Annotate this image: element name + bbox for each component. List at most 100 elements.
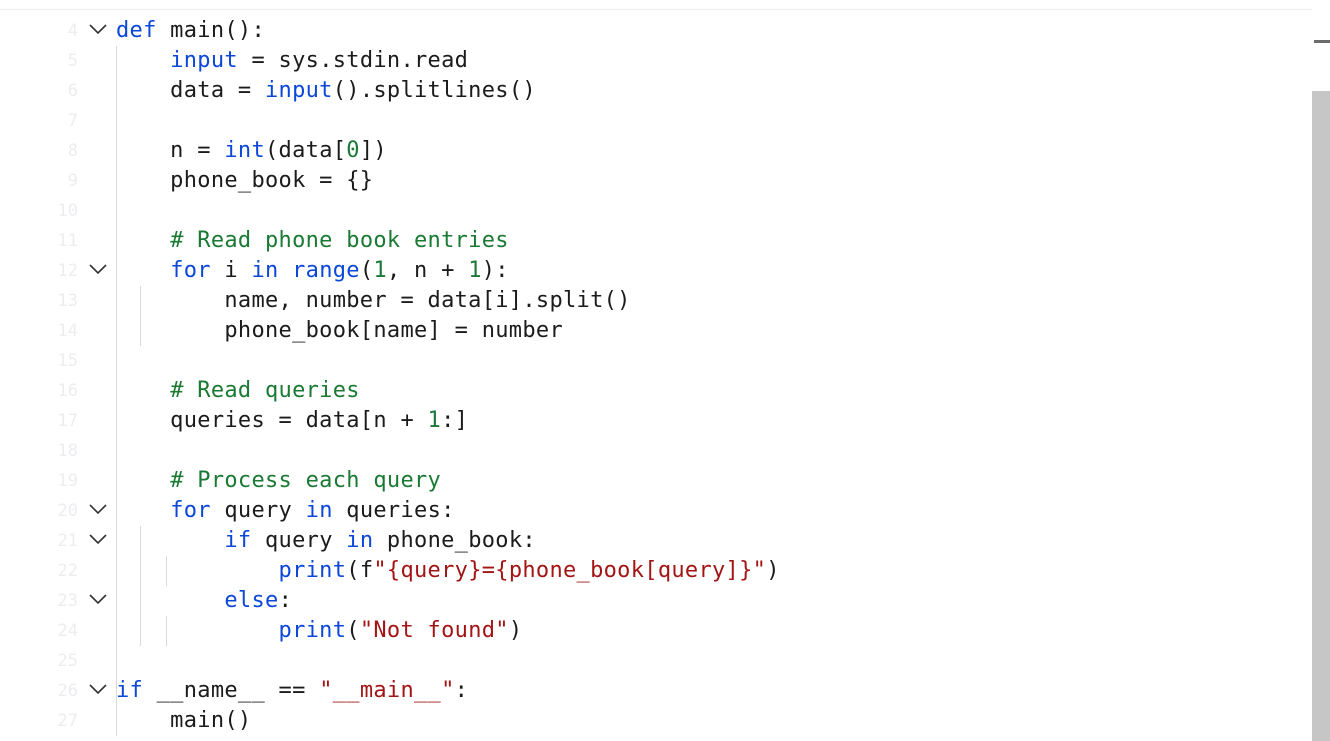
- chevron-down-icon[interactable]: [88, 532, 110, 550]
- keyword-token: in: [305, 498, 333, 523]
- code-line[interactable]: 14 phone_book[name] = number: [0, 316, 1312, 346]
- code-line[interactable]: 18: [0, 436, 1312, 466]
- keyword-token: def: [116, 18, 157, 43]
- keyword-token: for: [170, 258, 211, 283]
- code-token: main(): [116, 708, 252, 733]
- chevron-down-icon[interactable]: [88, 22, 110, 40]
- code-line[interactable]: 24 print("Not found"): [0, 616, 1312, 646]
- code-line[interactable]: 7: [0, 106, 1312, 136]
- code-line[interactable]: 9 phone_book = {}: [0, 166, 1312, 196]
- code-token: phone_book = {}: [116, 168, 374, 193]
- code-line[interactable]: 26 if __name__ == "__main__":: [0, 676, 1312, 706]
- code-text: def main():: [116, 17, 265, 45]
- code-token: main():: [156, 18, 266, 43]
- code-line[interactable]: 25: [0, 646, 1312, 676]
- line-number: 19: [57, 471, 78, 491]
- code-line[interactable]: 4 def main():: [0, 16, 1312, 46]
- code-token: :: [454, 678, 469, 703]
- code-line[interactable]: 12 for i in range(1, n + 1):: [0, 256, 1312, 286]
- comment-token: # Read phone book entries: [170, 228, 509, 253]
- code-editor[interactable]: 4 def main(): 5 input = sys.stdin.read 6 da…: [0, 16, 1312, 736]
- chevron-down-icon[interactable]: [88, 682, 110, 700]
- code-token: = sys.stdin.read: [237, 48, 469, 73]
- editor-top-bar: [0, 0, 1330, 10]
- code-text: print(f"{query}={phone_book[query]}"): [116, 557, 780, 585]
- line-number: 24: [57, 621, 78, 641]
- string-token: "{query}={phone_book[query]}": [373, 558, 767, 583]
- chevron-down-icon[interactable]: [88, 592, 110, 610]
- line-number: 27: [57, 711, 78, 731]
- vertical-scrollbar[interactable]: [1312, 9, 1330, 741]
- code-text: n = int(data[0]): [116, 137, 387, 165]
- code-text: for i in range(1, n + 1):: [116, 257, 509, 285]
- code-text: input = sys.stdin.read: [116, 47, 468, 75]
- keyword-token: print: [278, 558, 347, 583]
- line-number: 11: [57, 231, 78, 251]
- code-token: i: [210, 258, 252, 283]
- line-number: 20: [57, 501, 78, 521]
- code-token: ().splitlines(): [332, 78, 536, 103]
- code-token: queries = data[n +: [116, 408, 428, 433]
- code-line[interactable]: 11 # Read phone book entries: [0, 226, 1312, 256]
- code-token: __name__ ==: [143, 678, 320, 703]
- code-line[interactable]: 21 if query in phone_book:: [0, 526, 1312, 556]
- code-token: data =: [116, 78, 265, 103]
- code-text: else:: [116, 587, 292, 615]
- line-number: 8: [67, 141, 78, 161]
- indent-guide: [116, 46, 117, 706]
- code-line[interactable]: 5 input = sys.stdin.read: [0, 46, 1312, 76]
- keyword-token: else: [224, 588, 279, 613]
- scroll-thumb[interactable]: [1312, 91, 1330, 741]
- code-token: query: [210, 498, 306, 523]
- line-number: 22: [57, 561, 78, 581]
- chevron-down-icon[interactable]: [88, 502, 110, 520]
- code-token: n =: [116, 138, 225, 163]
- code-text: queries = data[n + 1:]: [116, 407, 468, 435]
- keyword-token: print: [278, 618, 347, 643]
- code-token: :]: [441, 408, 469, 433]
- code-line[interactable]: 10: [0, 196, 1312, 226]
- keyword-token: in: [346, 528, 374, 553]
- code-line[interactable]: 19 # Process each query: [0, 466, 1312, 496]
- keyword-token: if: [224, 528, 252, 553]
- line-number: 13: [57, 291, 78, 311]
- code-line[interactable]: 6 data = input().splitlines(): [0, 76, 1312, 106]
- keyword-token: if: [116, 678, 144, 703]
- line-number: 16: [57, 381, 78, 401]
- indent-guide: [166, 556, 167, 586]
- keyword-token: input: [170, 48, 238, 73]
- line-number: 15: [57, 351, 78, 371]
- indent-guide: [140, 286, 141, 346]
- code-line[interactable]: 13 name, number = data[i].split(): [0, 286, 1312, 316]
- code-line[interactable]: 15: [0, 346, 1312, 376]
- code-token: ):: [481, 258, 509, 283]
- string-token: "Not found": [359, 618, 509, 643]
- line-number: 25: [57, 651, 78, 671]
- code-line[interactable]: 20 for query in queries:: [0, 496, 1312, 526]
- scroll-position-marker: [1314, 40, 1330, 43]
- code-text: # Process each query: [116, 467, 441, 495]
- code-line[interactable]: 16 # Read queries: [0, 376, 1312, 406]
- string-token: "__main__": [319, 678, 455, 703]
- line-number: 9: [67, 171, 78, 191]
- code-token: name, number = data[i].split(): [116, 288, 631, 313]
- indent-guide: [140, 526, 141, 646]
- chevron-down-icon[interactable]: [88, 262, 110, 280]
- code-line[interactable]: 8 n = int(data[0]): [0, 136, 1312, 166]
- code-text: phone_book[name] = number: [116, 317, 563, 345]
- code-line[interactable]: 23 else:: [0, 586, 1312, 616]
- code-token: (f: [346, 558, 374, 583]
- line-number: 12: [57, 261, 78, 281]
- line-number: 21: [57, 531, 78, 551]
- code-token: phone_book[name] = number: [116, 318, 563, 343]
- number-token: 0: [346, 138, 360, 163]
- code-token: (: [359, 258, 374, 283]
- code-line[interactable]: 17 queries = data[n + 1:]: [0, 406, 1312, 436]
- code-text: name, number = data[i].split(): [116, 287, 631, 315]
- code-line[interactable]: 22 print(f"{query}={phone_book[query]}"): [0, 556, 1312, 586]
